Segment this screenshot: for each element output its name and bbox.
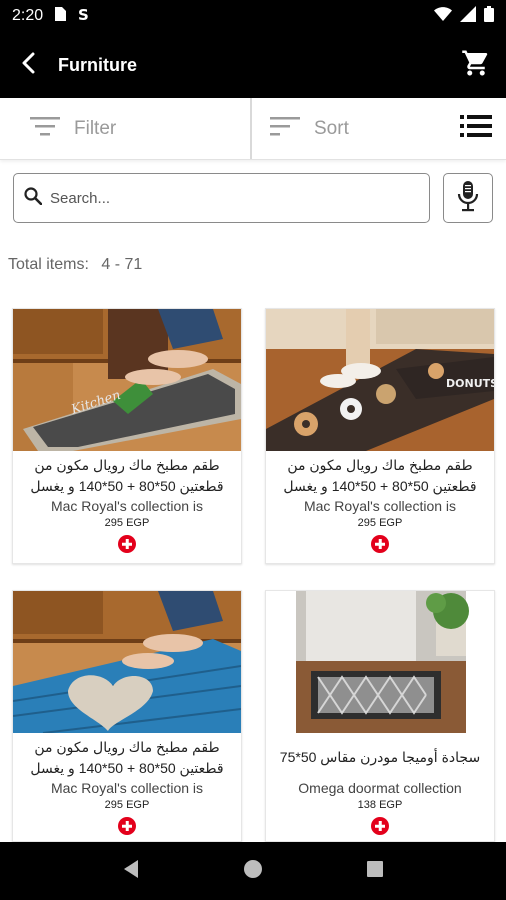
add-to-cart-button[interactable] (118, 817, 136, 835)
product-price: 295 EGP (104, 799, 150, 811)
back-triangle-icon[interactable] (122, 859, 140, 884)
sort-button[interactable]: Sort (252, 98, 446, 159)
product-title-en: Mac Royal's collection is (50, 498, 204, 514)
filter-label: Filter (74, 117, 117, 139)
filter-sort-bar: Filter Sort (0, 98, 506, 160)
sync-icon: S (77, 6, 91, 27)
add-to-cart-button[interactable] (118, 535, 136, 553)
svg-text:DONUTS: DONUTS (446, 377, 494, 390)
search-icon (24, 186, 43, 210)
product-price: 138 EGP (357, 799, 403, 811)
product-card[interactable]: سجادة أوميجا مودرن مقاس 50*75 Omega door… (265, 590, 495, 842)
svg-text:S: S (78, 6, 89, 22)
system-nav-bar (0, 842, 506, 900)
search-box (13, 173, 430, 223)
product-price: 295 EGP (357, 517, 403, 529)
search-input[interactable] (50, 189, 390, 207)
product-card[interactable]: Kitchen طقم مطبخ ماك رويال مكون من قطعتي… (12, 308, 242, 564)
product-card[interactable]: طقم مطبخ ماك رويال مكون من قطعتين 50*80 … (12, 590, 242, 842)
status-bar: 2:20 S (0, 0, 506, 32)
add-to-cart-button[interactable] (371, 535, 389, 553)
total-items-label: Total items: (8, 256, 89, 273)
product-card[interactable]: DONUTS طقم مطبخ ماك رويال مكون من قطعتين… (265, 308, 495, 564)
gray-doormat-photo (266, 591, 494, 733)
add-to-cart-button[interactable] (371, 817, 389, 835)
product-title-ar: طقم مطبخ ماك رويال مكون من قطعتين 50*80 … (30, 457, 224, 494)
blue-heart-rug-photo (13, 591, 241, 733)
gray-kitchen-rug-photo: Kitchen (13, 309, 241, 451)
sort-label: Sort (314, 117, 349, 139)
wifi-icon (434, 6, 452, 26)
chevron-left-icon (21, 52, 35, 79)
signal-icon (460, 5, 476, 27)
app-toolbar: Furniture (0, 32, 506, 98)
product-title-en: Omega doormat collection (298, 780, 462, 796)
total-items-value: 4 - 71 (101, 256, 143, 273)
product-title-ar: سجادة أوميجا مودرن مقاس 50*75 (279, 749, 481, 765)
product-title-ar: طقم مطبخ ماك رويال مكون من قطعتين 50*80 … (30, 739, 224, 776)
list-view-icon (460, 114, 492, 143)
battery-icon (484, 5, 494, 27)
cart-icon (461, 48, 491, 83)
status-time: 2:20 (12, 7, 44, 24)
page-title: Furniture (58, 54, 137, 75)
cart-button[interactable] (446, 32, 506, 98)
sim-card-icon (53, 6, 67, 27)
view-toggle-button[interactable] (446, 98, 506, 159)
product-title-en: Mac Royal's collection is (50, 780, 204, 796)
product-price: 295 EGP (104, 517, 150, 529)
sort-icon (270, 115, 314, 143)
home-circle-icon[interactable] (243, 859, 263, 884)
recents-square-icon[interactable] (366, 860, 384, 883)
voice-search-button[interactable] (443, 173, 493, 223)
filter-icon (30, 115, 74, 143)
filter-button[interactable]: Filter (0, 98, 252, 159)
product-title-ar: طقم مطبخ ماك رويال مكون من قطعتين 50*80 … (283, 457, 477, 494)
product-title-en: Mac Royal's collection is (303, 498, 457, 514)
donuts-kitchen-rug-photo: DONUTS (266, 309, 494, 451)
back-button[interactable] (0, 32, 56, 98)
microphone-icon (457, 180, 479, 217)
total-items-summary: Total items: 4 - 71 (8, 256, 150, 274)
